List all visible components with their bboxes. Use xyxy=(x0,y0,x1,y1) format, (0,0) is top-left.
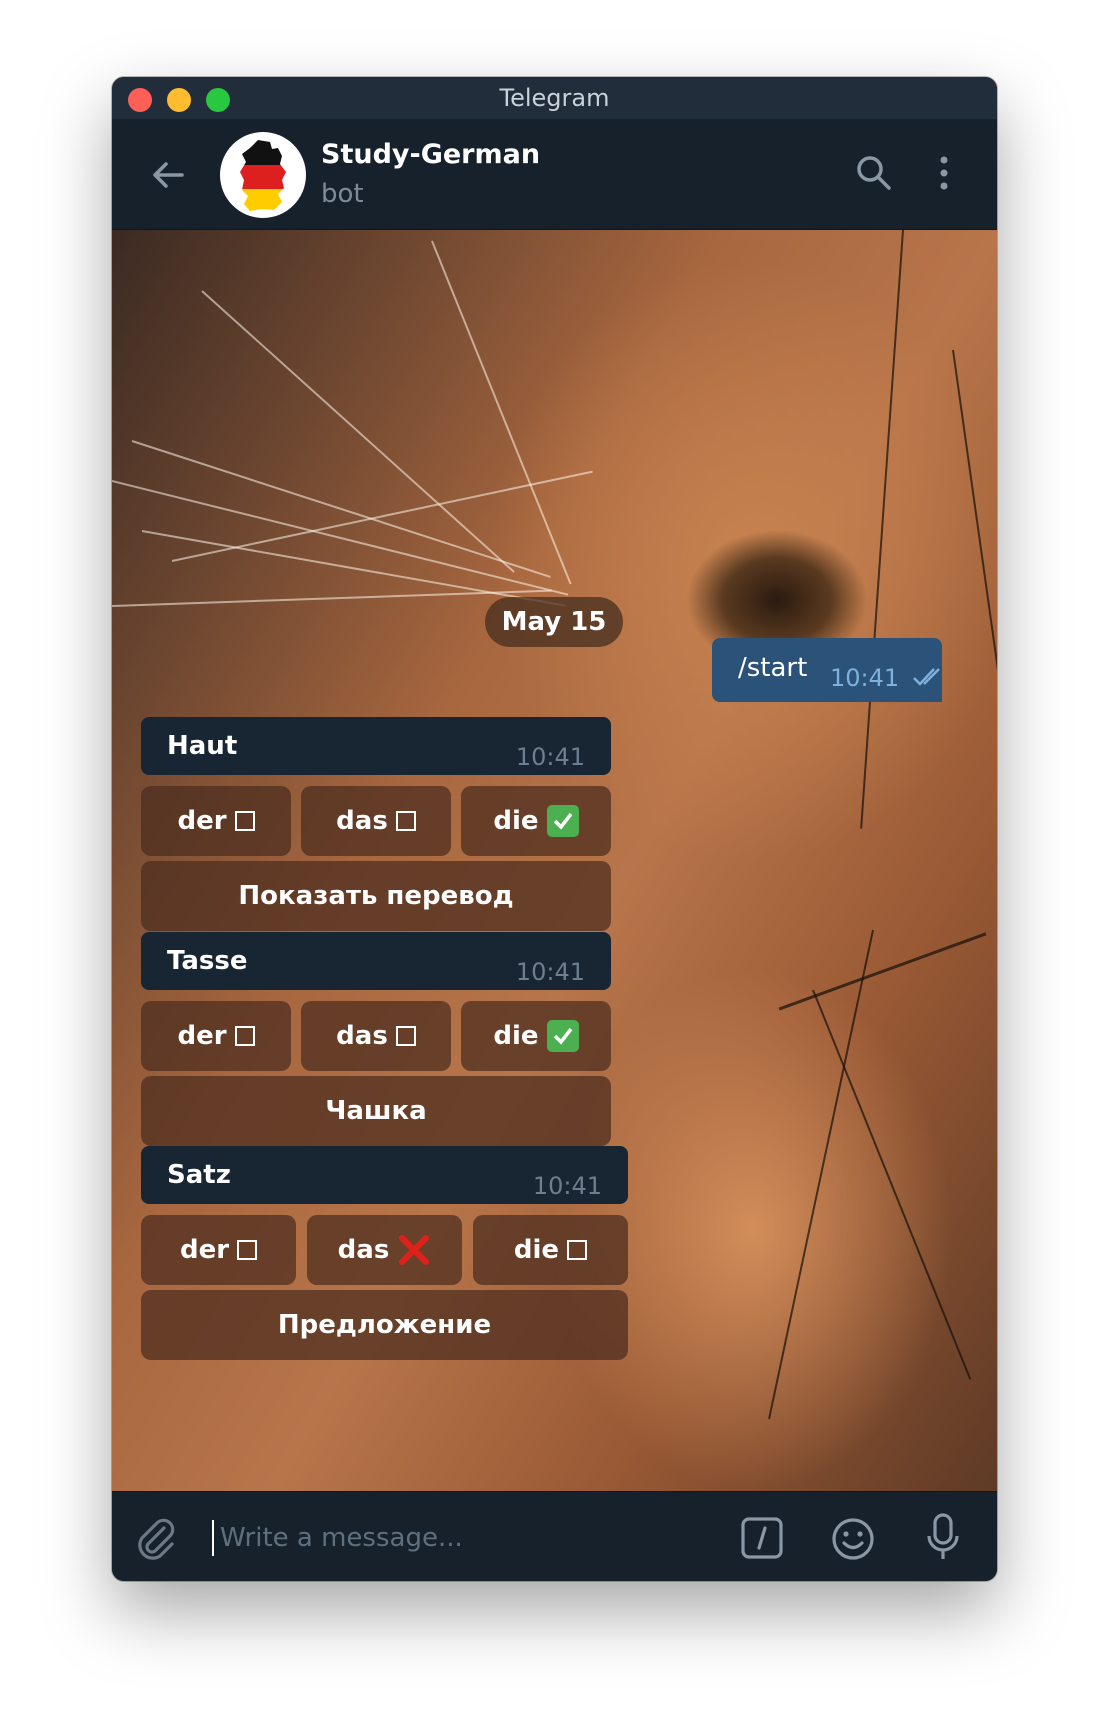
outgoing-message-time: 10:41 xyxy=(830,664,900,692)
microphone-icon[interactable] xyxy=(926,1512,960,1562)
option-label: der xyxy=(179,1235,230,1265)
zoom-window-button[interactable] xyxy=(206,88,230,112)
message-word: Haut xyxy=(167,731,238,761)
option-label: die xyxy=(513,1235,560,1265)
date-separator: May 15 xyxy=(485,597,623,647)
message-time: 10:41 xyxy=(515,958,585,986)
option-label: das xyxy=(336,1021,388,1051)
incoming-message[interactable]: Tasse 10:41 xyxy=(141,932,611,990)
read-double-check-icon xyxy=(913,668,940,686)
chat-area[interactable]: May 15 /start 10:41 Haut 10:41 der das d… xyxy=(112,230,997,1491)
red-cross-icon xyxy=(399,1235,430,1265)
inline-button-die[interactable]: die xyxy=(461,1001,611,1071)
inline-button-der[interactable]: der xyxy=(141,1215,296,1285)
text-caret xyxy=(212,1520,214,1556)
outgoing-message-text: /start xyxy=(738,653,808,683)
chat-name[interactable]: Study-German xyxy=(321,139,540,170)
inline-button-der[interactable]: der xyxy=(141,786,291,856)
green-check-icon xyxy=(546,1020,579,1052)
message-word: Satz xyxy=(167,1160,231,1190)
message-word: Tasse xyxy=(167,946,248,976)
option-label: der xyxy=(177,806,227,836)
incoming-message[interactable]: Satz 10:41 xyxy=(141,1146,628,1204)
option-label: die xyxy=(493,1021,539,1051)
germany-map-flag-icon xyxy=(240,140,286,211)
incoming-message[interactable]: Haut 10:41 xyxy=(141,717,611,775)
outgoing-message[interactable]: /start 10:41 xyxy=(712,638,942,702)
message-time: 10:41 xyxy=(532,1172,602,1200)
option-label: das xyxy=(337,1235,390,1265)
message-time: 10:41 xyxy=(515,743,585,771)
option-label: das xyxy=(336,806,388,836)
window-title: Telegram xyxy=(499,84,610,112)
empty-box-icon xyxy=(395,811,416,831)
avatar[interactable] xyxy=(220,132,306,218)
option-label: der xyxy=(177,1021,227,1051)
inline-button-der[interactable]: der xyxy=(141,1001,291,1071)
green-check-icon xyxy=(546,805,579,837)
close-window-button[interactable] xyxy=(128,88,152,112)
title-bar: Telegram xyxy=(112,77,997,119)
empty-box-icon xyxy=(234,1026,255,1046)
telegram-window: Telegram Study-German bot May 15 /start … xyxy=(112,77,997,1581)
empty-box-icon xyxy=(395,1026,416,1046)
option-label: die xyxy=(493,806,539,836)
inline-button-translation[interactable]: Показать перевод xyxy=(141,861,611,931)
inline-button-das[interactable]: das xyxy=(301,786,451,856)
back-arrow-icon[interactable] xyxy=(148,155,188,195)
empty-box-icon xyxy=(237,1240,258,1260)
minimize-window-button[interactable] xyxy=(167,88,191,112)
paperclip-icon[interactable] xyxy=(134,1516,178,1560)
empty-box-icon xyxy=(567,1240,588,1260)
search-icon[interactable] xyxy=(854,153,894,193)
inline-button-das[interactable]: das xyxy=(301,1001,451,1071)
inline-button-die[interactable]: die xyxy=(461,786,611,856)
empty-box-icon xyxy=(234,811,255,831)
window-controls xyxy=(128,88,230,112)
chat-header: Study-German bot xyxy=(112,119,997,230)
chat-subtitle: bot xyxy=(321,179,364,209)
inline-button-die[interactable]: die xyxy=(473,1215,628,1285)
message-input[interactable] xyxy=(218,1512,642,1564)
inline-button-das[interactable]: das xyxy=(307,1215,462,1285)
bot-command-icon[interactable] xyxy=(740,1516,784,1560)
emoji-icon[interactable] xyxy=(830,1516,876,1562)
message-composer xyxy=(112,1491,997,1581)
inline-button-translation[interactable]: Чашка xyxy=(141,1076,611,1146)
more-vertical-icon[interactable] xyxy=(932,153,956,193)
inline-button-translation[interactable]: Предложение xyxy=(141,1290,628,1360)
